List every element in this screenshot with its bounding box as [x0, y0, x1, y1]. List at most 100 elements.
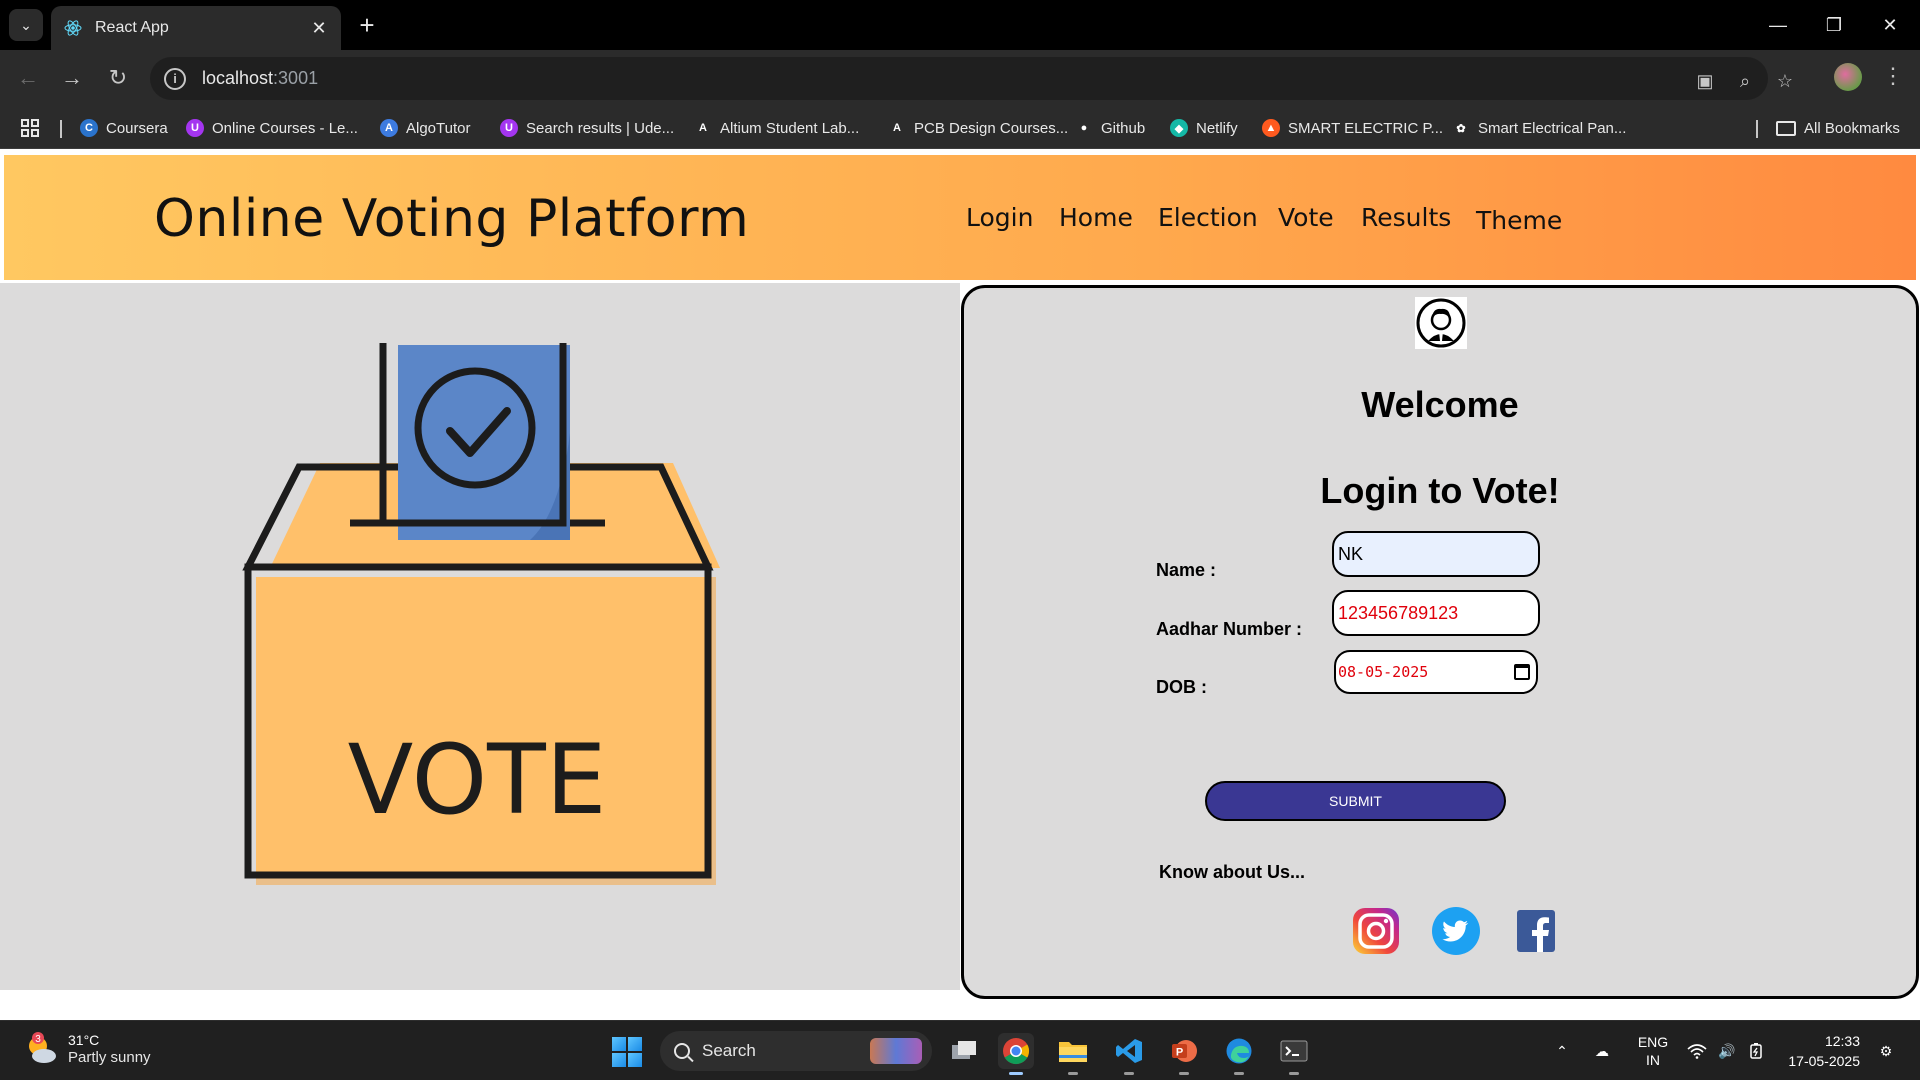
bookmark-item[interactable]: A AlgoTutor — [380, 116, 470, 140]
vscode-icon[interactable] — [1111, 1033, 1147, 1075]
file-explorer-icon[interactable] — [1055, 1033, 1091, 1075]
close-window-button[interactable]: ✕ — [1862, 0, 1918, 50]
site-title: Online Voting Platform — [154, 189, 750, 249]
search-icon — [674, 1043, 690, 1059]
folder-icon — [1776, 120, 1796, 136]
back-button[interactable]: ← — [12, 62, 44, 94]
powerpoint-icon[interactable]: P — [1166, 1033, 1202, 1075]
altium-icon: A — [893, 122, 901, 134]
bookmark-item[interactable]: U Search results | Ude... — [500, 116, 674, 140]
bookmarks-separator — [60, 120, 62, 138]
url-text: localhost:3001 — [202, 68, 319, 88]
chrome-taskbar-icon[interactable] — [998, 1033, 1034, 1075]
bookmark-item[interactable]: A Altium Student Lab... — [694, 116, 859, 140]
login-card: Welcome Login to Vote! Name : NK Aadhar … — [961, 285, 1919, 999]
notification-icon[interactable]: ⚙ — [1872, 1021, 1900, 1080]
flame-icon: ▲ — [1262, 119, 1280, 137]
reload-button[interactable]: ↻ — [102, 62, 134, 94]
wifi-icon[interactable] — [1684, 1021, 1710, 1080]
nav-theme[interactable]: Theme — [1476, 206, 1562, 235]
edge-icon[interactable] — [1221, 1033, 1257, 1075]
taskbar-search[interactable]: Search — [660, 1031, 932, 1071]
dob-input[interactable]: 08-05-2025 — [1334, 650, 1538, 694]
minimize-button[interactable]: — — [1750, 0, 1806, 50]
bookmark-item[interactable]: U Online Courses - Le... — [186, 116, 358, 140]
page-content: Online Voting Platform Login Home Electi… — [0, 150, 1920, 1020]
tab-title: React App — [95, 19, 169, 36]
dob-label: DOB : — [1156, 677, 1207, 697]
nav-vote[interactable]: Vote — [1278, 203, 1334, 232]
terminal-icon[interactable] — [1276, 1033, 1312, 1075]
nav-election[interactable]: Election — [1158, 203, 1258, 232]
aadhar-label: Aadhar Number : — [1156, 619, 1303, 639]
welcome-heading: Welcome — [1361, 384, 1519, 425]
address-bar[interactable]: i localhost:3001 ▣ ⌕ ☆ — [150, 57, 1793, 100]
dob-value: 08-05-2025 — [1338, 663, 1429, 681]
browser-tabstrip: ⌄ React App ✕ + — ❐ ✕ — [0, 0, 1920, 50]
algotutor-icon: A — [380, 119, 398, 137]
calendar-icon[interactable] — [1514, 664, 1530, 680]
windows-taskbar: 3 31°C Partly sunny Search P ⌃ ☁ ENG IN … — [0, 1020, 1920, 1080]
react-icon — [64, 20, 82, 36]
language-indicator[interactable]: ENG IN — [1630, 1021, 1676, 1080]
name-label: Name : — [1156, 560, 1217, 580]
close-tab-icon[interactable]: ✕ — [309, 18, 329, 39]
restore-button[interactable]: ❐ — [1806, 0, 1862, 50]
install-app-icon[interactable]: ▣ — [1692, 68, 1718, 94]
bookmark-item[interactable]: C Coursera — [80, 116, 168, 140]
profile-avatar[interactable] — [1834, 63, 1862, 91]
weather-widget[interactable]: 3 31°C Partly sunny — [24, 1031, 151, 1066]
svg-text:P: P — [1176, 1047, 1183, 1059]
nav-login[interactable]: Login — [966, 203, 1033, 232]
volume-icon[interactable]: 🔊 — [1714, 1021, 1740, 1080]
battery-icon[interactable] — [1744, 1021, 1770, 1080]
browser-tab[interactable]: React App ✕ — [51, 6, 341, 50]
zoom-icon[interactable]: ⌕ — [1732, 68, 1758, 94]
bookmark-item[interactable]: ▲ SMART ELECTRIC P... — [1262, 116, 1443, 140]
bookmarks-separator — [1756, 120, 1758, 138]
apps-grid-icon[interactable] — [20, 116, 40, 140]
bookmark-item[interactable]: ● Github — [1075, 116, 1146, 140]
bookmark-item[interactable]: ✿ Smart Electrical Pan... — [1452, 116, 1626, 140]
tab-search-button[interactable]: ⌄ — [9, 9, 43, 41]
weather-description: Partly sunny — [68, 1049, 151, 1066]
user-avatar-icon — [1415, 297, 1467, 349]
hero-panel: VOTE — [0, 283, 960, 990]
search-highlight-icon — [870, 1038, 922, 1064]
site-header: Online Voting Platform Login Home Electi… — [4, 155, 1916, 280]
github-icon: ● — [1080, 122, 1088, 134]
name-input[interactable]: NK — [1332, 531, 1540, 577]
coursera-icon: C — [80, 119, 98, 137]
bookmark-item[interactable]: ◆ Netlify — [1170, 116, 1238, 140]
nav-home[interactable]: Home — [1059, 203, 1133, 232]
windows-start-icon[interactable] — [612, 1037, 642, 1067]
svg-text:3: 3 — [35, 1034, 41, 1045]
udemy-icon: U — [500, 119, 518, 137]
submit-button[interactable]: SUBMIT — [1205, 781, 1506, 821]
ballot-box-illustration: VOTE — [242, 343, 720, 885]
bookmarks-bar: C Coursera U Online Courses - Le... A AlgoTut… — [0, 107, 1920, 149]
all-bookmarks-button[interactable]: All Bookmarks — [1776, 116, 1900, 140]
chevron-up-icon[interactable]: ⌃ — [1550, 1021, 1574, 1080]
system-clock[interactable]: 12:33 17-05-2025 — [1780, 1031, 1860, 1071]
task-view-icon[interactable] — [946, 1033, 982, 1069]
chevron-down-icon: ⌄ — [20, 16, 32, 33]
more-menu-icon[interactable]: ⋮ — [1880, 61, 1906, 91]
facebook-icon[interactable] — [1511, 906, 1561, 956]
onedrive-icon[interactable]: ☁ — [1588, 1021, 1616, 1080]
bookmark-star-icon[interactable]: ☆ — [1772, 68, 1798, 94]
aadhar-input[interactable]: 123456789123 — [1332, 590, 1540, 636]
login-subtitle: Login to Vote! — [1320, 470, 1560, 511]
twitter-icon[interactable] — [1431, 906, 1481, 956]
new-tab-button[interactable]: + — [352, 10, 382, 40]
altium-icon: A — [699, 122, 707, 134]
netlify-icon: ◆ — [1170, 119, 1188, 137]
ballot-vote-text: VOTE — [348, 724, 607, 836]
know-about-us-label: Know about Us... — [1159, 862, 1305, 882]
site-info-icon[interactable]: i — [164, 67, 186, 90]
forward-button[interactable]: → — [56, 62, 88, 94]
bookmark-item[interactable]: A PCB Design Courses... — [888, 116, 1068, 140]
browser-toolbar: ← → ↻ i localhost:3001 ▣ ⌕ ☆ ⋮ — [0, 50, 1920, 107]
instagram-icon[interactable] — [1351, 906, 1401, 956]
nav-results[interactable]: Results — [1361, 203, 1451, 232]
